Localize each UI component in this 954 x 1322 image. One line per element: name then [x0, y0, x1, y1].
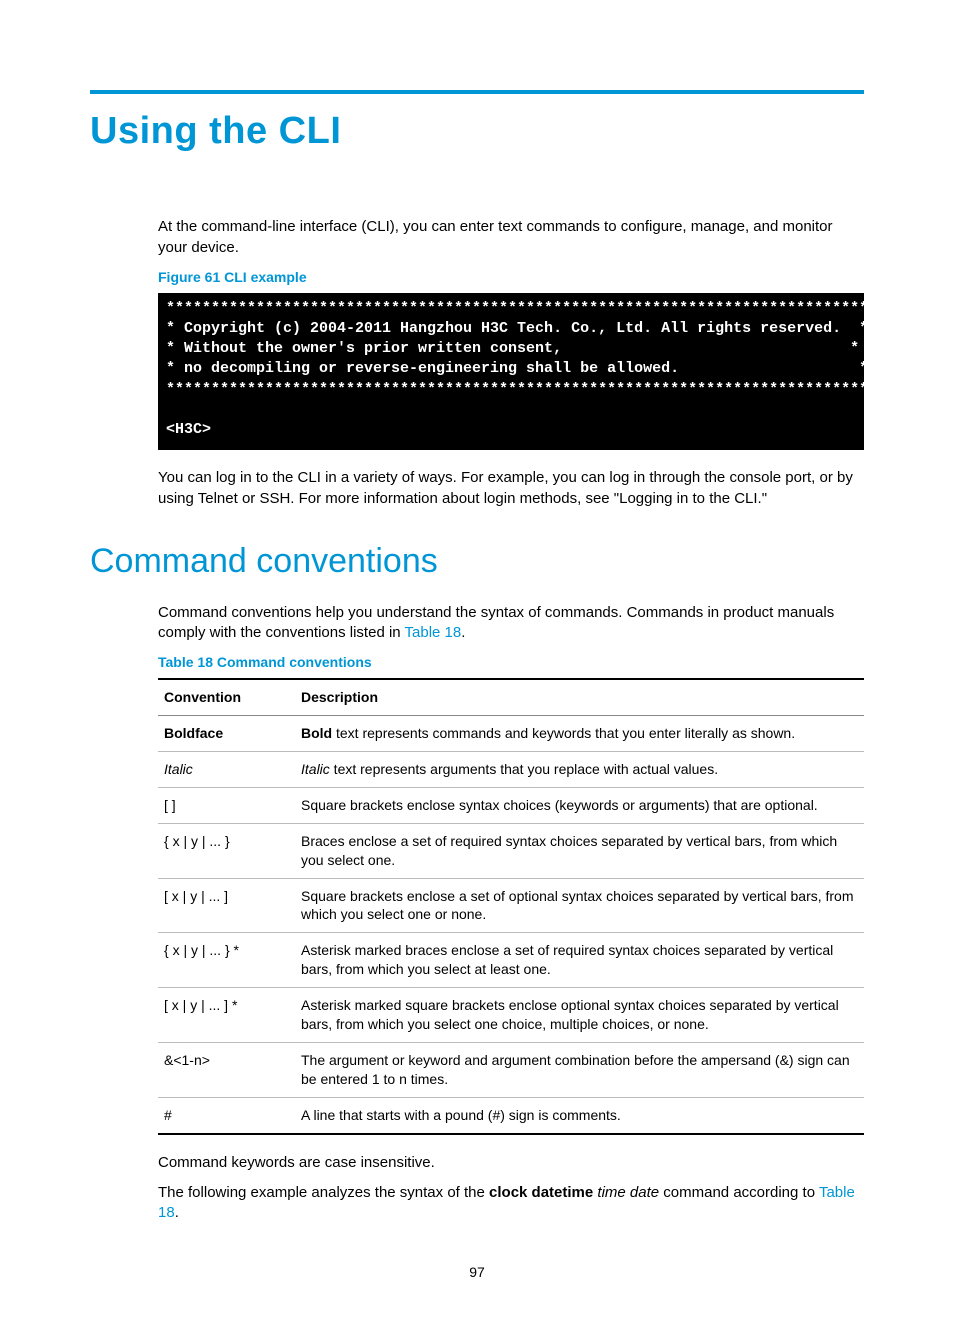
conventions-intro-text-a: Command conventions help you understand … [158, 604, 834, 641]
convention-text: Italic [164, 761, 193, 777]
top-rule [90, 90, 864, 94]
table-header-convention: Convention [158, 679, 295, 715]
table-row: [ x | y | ... ] Square brackets enclose a… [158, 878, 864, 933]
after-cli-paragraph: You can log in to the CLI in a variety o… [158, 468, 864, 509]
description-cell: Square brackets enclose a set of optiona… [295, 878, 864, 933]
syntax-example-args: time date [593, 1184, 659, 1201]
description-text: text represents commands and keywords th… [332, 725, 795, 741]
convention-cell: [ ] [158, 787, 295, 823]
description-text: Braces enclose a set of required syntax … [301, 833, 837, 868]
table-row: ItalicItalic text represents arguments t… [158, 752, 864, 788]
description-cell: Asterisk marked braces enclose a set of … [295, 933, 864, 988]
table-row: [ ] Square brackets enclose syntax choice… [158, 787, 864, 823]
command-conventions-table: Convention Description Boldface Bold text… [158, 678, 864, 1134]
description-cell: Italic text represents arguments that yo… [295, 752, 864, 788]
table-caption: Table 18 Command conventions [158, 653, 864, 672]
convention-cell: Italic [158, 752, 295, 788]
syntax-example-text-a: The following example analyzes the synta… [158, 1184, 489, 1201]
convention-text: Boldface [164, 725, 223, 741]
document-page: Using the CLI At the command-line interf… [0, 0, 954, 1322]
section-intro: At the command-line interface (CLI), you… [158, 217, 864, 509]
convention-cell: { x | y | ... } [158, 823, 295, 878]
description-text: Asterisk marked square brackets enclose … [301, 997, 839, 1032]
table-row: [ x | y | ... ] * Asterisk marked square … [158, 988, 864, 1043]
table-row: Boldface Bold text represents commands an… [158, 716, 864, 752]
description-cell: Braces enclose a set of required syntax … [295, 823, 864, 878]
conventions-intro-text-b: . [461, 624, 465, 641]
table-row: # A line that starts with a pound (#) sig… [158, 1097, 864, 1133]
description-prefix: Italic [301, 761, 330, 777]
after-table-paragraph-2: The following example analyzes the synta… [158, 1183, 864, 1224]
convention-text: &<1-n> [164, 1052, 210, 1068]
description-prefix: Bold [301, 725, 332, 741]
section-command-conventions: Command conventions help you understand … [158, 603, 864, 1224]
table-link[interactable]: Table 18 [405, 624, 462, 641]
after-table-paragraph-1: Command keywords are case insensitive. [158, 1153, 864, 1173]
table-row: { x | y | ... } * Asterisk marked braces … [158, 933, 864, 988]
convention-cell: [ x | y | ... ] * [158, 988, 295, 1043]
syntax-example-command: clock datetime [489, 1184, 593, 1201]
description-text: Asterisk marked braces enclose a set of … [301, 942, 833, 977]
syntax-example-text-b: command according to [659, 1184, 819, 1201]
description-cell: Square brackets enclose syntax choices (… [295, 787, 864, 823]
convention-cell: # [158, 1097, 295, 1133]
description-cell: Asterisk marked square brackets enclose … [295, 988, 864, 1043]
description-text: Square brackets enclose a set of optiona… [301, 888, 854, 923]
table-header-description: Description [295, 679, 864, 715]
figure-caption: Figure 61 CLI example [158, 268, 864, 287]
table-row: { x | y | ... } Braces enclose a set of r… [158, 823, 864, 878]
table-row: &<1-n> The argument or keyword and argume… [158, 1042, 864, 1097]
conventions-intro: Command conventions help you understand … [158, 603, 864, 644]
convention-text: { x | y | ... } * [164, 942, 239, 958]
convention-text: [ x | y | ... ] [164, 888, 228, 904]
description-cell: Bold text represents commands and keywor… [295, 716, 864, 752]
description-text: The argument or keyword and argument com… [301, 1052, 850, 1087]
convention-cell: &<1-n> [158, 1042, 295, 1097]
description-cell: The argument or keyword and argument com… [295, 1042, 864, 1097]
description-cell: A line that starts with a pound (#) sign… [295, 1097, 864, 1133]
page-number: 97 [90, 1263, 864, 1282]
convention-cell: [ x | y | ... ] [158, 878, 295, 933]
convention-text: # [164, 1107, 172, 1123]
convention-text: { x | y | ... } [164, 833, 230, 849]
intro-paragraph: At the command-line interface (CLI), you… [158, 217, 864, 258]
section-title-command-conventions: Command conventions [90, 539, 864, 585]
syntax-example-text-c: . [175, 1204, 179, 1221]
description-text: A line that starts with a pound (#) sign… [301, 1107, 621, 1123]
convention-text: [ x | y | ... ] * [164, 997, 237, 1013]
convention-text: [ ] [164, 797, 176, 813]
description-text: Square brackets enclose syntax choices (… [301, 797, 818, 813]
description-text: text represents arguments that you repla… [330, 761, 718, 777]
cli-terminal-block: ****************************************… [158, 293, 864, 451]
convention-cell: { x | y | ... } * [158, 933, 295, 988]
page-title: Using the CLI [90, 106, 864, 157]
convention-cell: Boldface [158, 716, 295, 752]
